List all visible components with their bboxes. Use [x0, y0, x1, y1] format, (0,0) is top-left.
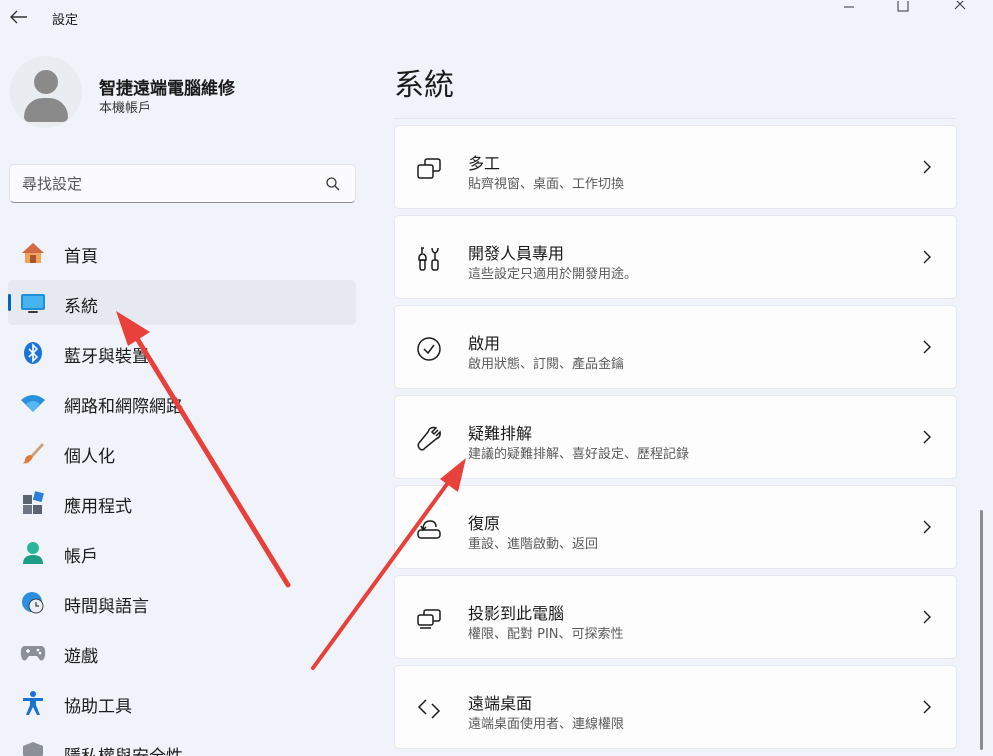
- settings-list: 多工 貼齊視窗、桌面、工作切換 開發人員專用 這些設定只適用於開發用途。 啟用 …: [394, 125, 957, 755]
- developer-tools-icon: [415, 245, 443, 273]
- chevron-right-icon: [923, 700, 931, 714]
- sidebar-item-label: 隱私權與安全性: [64, 742, 183, 756]
- search-input[interactable]: [22, 173, 312, 195]
- sidebar-item-label: 系統: [64, 297, 98, 317]
- sidebar-item-label: 網路和網際網路: [64, 397, 183, 417]
- sidebar-item-label: 個人化: [64, 447, 115, 467]
- apps-icon: [20, 491, 46, 515]
- card-title: 復原: [468, 514, 501, 533]
- setting-card-multitasking[interactable]: 多工 貼齊視窗、桌面、工作切換: [394, 125, 957, 209]
- sidebar-item-network[interactable]: 網路和網際網路: [8, 380, 356, 425]
- minimize-button[interactable]: [826, 0, 872, 14]
- home-icon: [20, 241, 46, 265]
- sidebar-item-system[interactable]: 系統: [8, 280, 356, 325]
- user-name: 智捷遠端電腦維修: [99, 79, 235, 99]
- setting-card-troubleshoot[interactable]: 疑難排解 建議的疑難排解、喜好設定、歷程記錄: [394, 395, 957, 479]
- chevron-right-icon: [923, 160, 931, 174]
- card-subtitle: 重設、進階啟動、返回: [468, 537, 599, 552]
- window-title: 設定: [52, 13, 79, 28]
- setting-card-developers[interactable]: 開發人員專用 這些設定只適用於開發用途。: [394, 215, 957, 299]
- sidebar-item-bluetooth[interactable]: 藍牙與裝置: [8, 330, 356, 375]
- card-title: 遠端桌面: [468, 694, 533, 713]
- wifi-icon: [20, 391, 46, 415]
- avatar-head: [34, 70, 58, 94]
- card-subtitle: 貼齊視窗、桌面、工作切換: [468, 177, 625, 192]
- project-icon: [415, 605, 443, 633]
- chevron-right-icon: [923, 250, 931, 264]
- sidebar-item-label: 應用程式: [64, 497, 132, 517]
- sidebar-item-home[interactable]: 首頁: [8, 230, 356, 275]
- chevron-right-icon: [923, 610, 931, 624]
- account-icon: [20, 541, 46, 565]
- sidebar-item-label: 時間與語言: [64, 597, 149, 617]
- sidebar-item-label: 首頁: [64, 247, 98, 267]
- chevron-right-icon: [923, 520, 931, 534]
- setting-card-project-to-pc[interactable]: 投影到此電腦 權限、配對 PIN、可探索性: [394, 575, 957, 659]
- multitasking-icon: [415, 155, 443, 183]
- shield-icon: [20, 741, 46, 756]
- setting-card-remote-desktop[interactable]: 遠端桌面 遠端桌面使用者、連線權限: [394, 665, 957, 749]
- close-button[interactable]: [937, 0, 983, 14]
- avatar[interactable]: [10, 56, 82, 128]
- remote-desktop-icon: [415, 695, 443, 723]
- setting-card-recovery[interactable]: 復原 重設、進階啟動、返回: [394, 485, 957, 569]
- card-subtitle: 啟用狀態、訂閱、產品金鑰: [468, 357, 625, 372]
- search-box[interactable]: [9, 164, 356, 203]
- sidebar-item-label: 遊戲: [64, 647, 98, 667]
- sidebar-item-label: 藍牙與裝置: [64, 347, 149, 367]
- maximize-button[interactable]: [880, 0, 926, 14]
- card-title: 投影到此電腦: [468, 604, 565, 623]
- sidebar-item-label: 帳戶: [64, 547, 98, 567]
- maximize-icon: [897, 1, 909, 12]
- chevron-right-icon: [923, 340, 931, 354]
- chevron-right-icon: [923, 430, 931, 444]
- sidebar-item-accounts[interactable]: 帳戶: [8, 530, 356, 575]
- recovery-icon: [415, 515, 443, 543]
- close-icon: [954, 1, 966, 10]
- page-title: 系統: [394, 68, 454, 103]
- sidebar-item-gaming[interactable]: 遊戲: [8, 630, 356, 675]
- account-type: 本機帳戶: [99, 101, 152, 116]
- minimize-icon: [844, 6, 854, 8]
- card-title: 啟用: [468, 334, 501, 353]
- bluetooth-icon: [20, 341, 46, 365]
- gamepad-icon: [20, 641, 46, 665]
- paintbrush-icon: [20, 441, 46, 465]
- sidebar-item-apps[interactable]: 應用程式: [8, 480, 356, 525]
- card-title: 疑難排解: [468, 424, 533, 443]
- activation-check-icon: [415, 335, 443, 363]
- avatar-body: [24, 98, 68, 122]
- sidebar-item-privacy-security[interactable]: 隱私權與安全性: [8, 730, 356, 756]
- card-title: 多工: [468, 154, 501, 173]
- card-subtitle: 遠端桌面使用者、連線權限: [468, 717, 625, 732]
- sidebar-nav: 首頁 系統 藍牙與裝置 網路和網際網路 個人化 應用程式 帳戶 時間與語言 遊戲…: [8, 230, 356, 756]
- title-bar: 設定: [0, 0, 993, 34]
- card-title: 開發人員專用: [468, 244, 565, 263]
- card-subtitle: 這些設定只適用於開發用途。: [468, 267, 638, 282]
- sidebar-item-personalization[interactable]: 個人化: [8, 430, 356, 475]
- clock-globe-icon: [20, 591, 46, 615]
- arrow-left-icon: [10, 10, 27, 24]
- setting-card-activation[interactable]: 啟用 啟用狀態、訂閱、產品金鑰: [394, 305, 957, 389]
- search-icon[interactable]: [325, 176, 341, 192]
- back-button[interactable]: [6, 4, 32, 30]
- accessibility-icon: [20, 691, 46, 715]
- system-monitor-icon: [20, 291, 46, 315]
- sidebar-item-time-language[interactable]: 時間與語言: [8, 580, 356, 625]
- sidebar-item-accessibility[interactable]: 協助工具: [8, 680, 356, 725]
- card-subtitle: 建議的疑難排解、喜好設定、歷程記錄: [468, 447, 690, 462]
- wrench-icon: [415, 425, 443, 453]
- top-divider: [394, 118, 957, 119]
- scrollbar-thumb[interactable]: [980, 510, 983, 750]
- sidebar-item-label: 協助工具: [64, 697, 132, 717]
- card-subtitle: 權限、配對 PIN、可探索性: [468, 627, 624, 642]
- active-indicator: [8, 294, 11, 311]
